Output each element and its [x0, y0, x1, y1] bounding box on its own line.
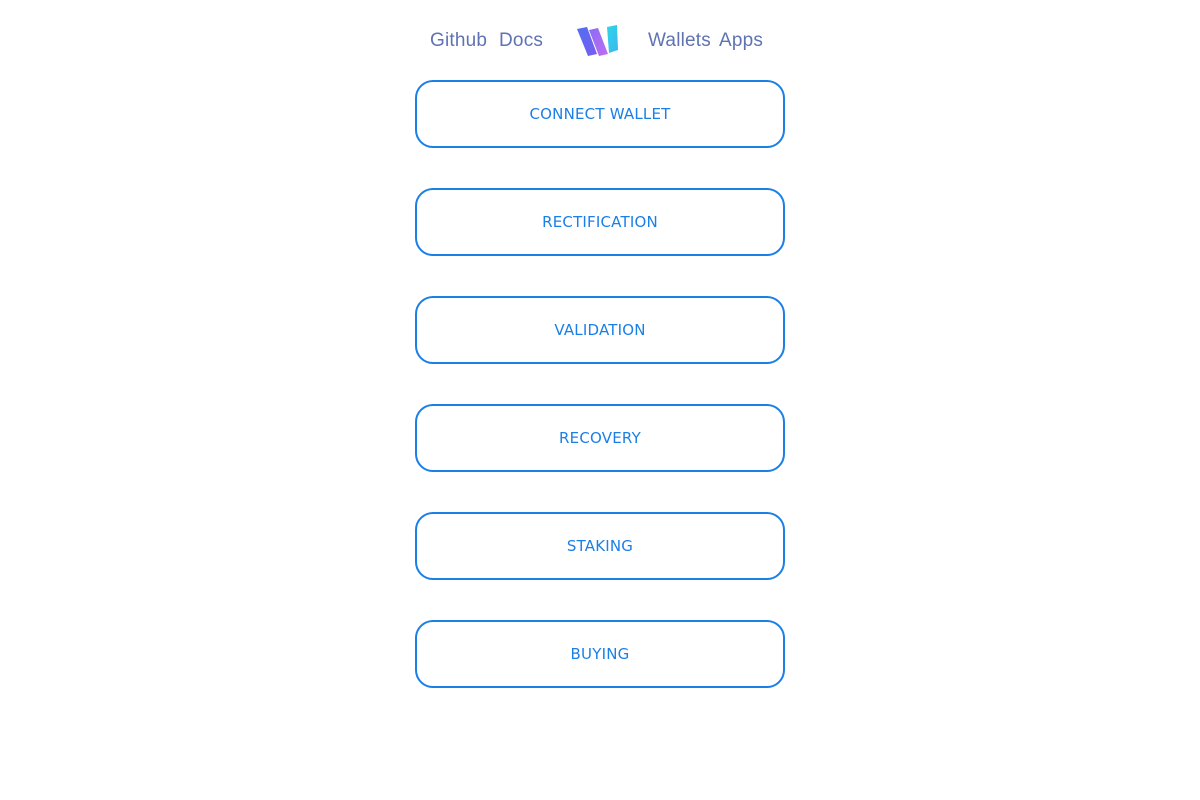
- action-button-list: CONNECT WALLET RECTIFICATION VALIDATION …: [415, 80, 785, 728]
- nav-link-github[interactable]: Github: [430, 30, 487, 52]
- connect-wallet-button[interactable]: CONNECT WALLET: [415, 80, 785, 148]
- staking-button[interactable]: STAKING: [415, 512, 785, 580]
- recovery-button[interactable]: RECOVERY: [415, 404, 785, 472]
- buying-button[interactable]: BUYING: [415, 620, 785, 688]
- top-nav: Github Docs Wallets Apps: [0, 22, 1200, 62]
- walletconnect-w-logo-icon[interactable]: [576, 24, 620, 58]
- nav-link-wallets[interactable]: Wallets: [648, 30, 711, 52]
- nav-link-apps[interactable]: Apps: [719, 30, 763, 52]
- nav-link-docs[interactable]: Docs: [499, 30, 543, 52]
- rectification-button[interactable]: RECTIFICATION: [415, 188, 785, 256]
- validation-button[interactable]: VALIDATION: [415, 296, 785, 364]
- page: Github Docs Wallets Apps CONNECT WALLET …: [0, 0, 1200, 800]
